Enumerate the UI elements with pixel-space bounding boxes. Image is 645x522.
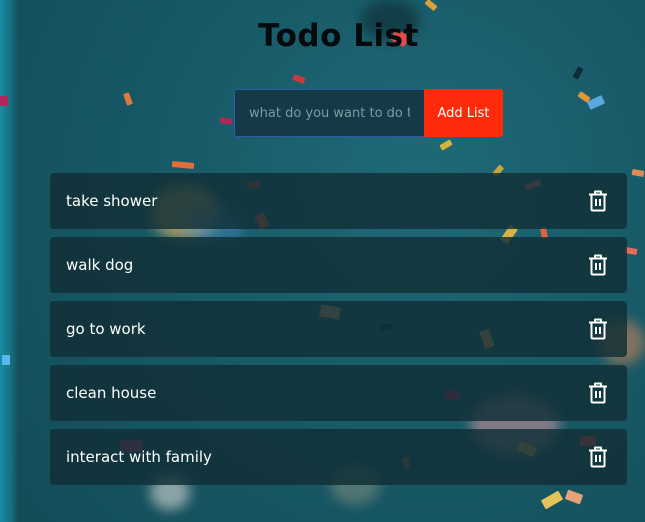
confetti-piece	[572, 66, 584, 80]
trash-icon[interactable]	[587, 445, 609, 469]
trash-icon[interactable]	[587, 189, 609, 213]
confetti-piece	[123, 92, 133, 106]
todo-label: walk dog	[66, 256, 134, 274]
add-todo-form: Add List	[234, 89, 503, 137]
todo-list: take shower walk dog go to work clean ho…	[50, 173, 627, 493]
todo-label: go to work	[66, 320, 146, 338]
todo-label: interact with family	[66, 448, 212, 466]
trash-icon[interactable]	[587, 381, 609, 405]
left-edge-gradient	[0, 0, 18, 522]
confetti-piece	[219, 117, 233, 125]
page-title: Todo List	[258, 18, 419, 54]
todo-label: take shower	[66, 192, 158, 210]
list-item: interact with family	[50, 429, 627, 485]
confetti-piece	[171, 161, 195, 169]
confetti-piece	[0, 96, 8, 106]
confetti-piece	[540, 490, 564, 510]
confetti-piece	[439, 139, 453, 151]
confetti-piece	[292, 74, 306, 84]
list-item: clean house	[50, 365, 627, 421]
trash-icon[interactable]	[587, 317, 609, 341]
add-list-button[interactable]: Add List	[424, 89, 503, 137]
todo-input[interactable]	[234, 89, 424, 137]
confetti-piece	[424, 0, 438, 12]
list-item: walk dog	[50, 237, 627, 293]
confetti-piece	[2, 355, 10, 365]
todo-label: clean house	[66, 384, 157, 402]
trash-icon[interactable]	[587, 253, 609, 277]
confetti-piece	[631, 169, 645, 177]
list-item: go to work	[50, 301, 627, 357]
list-item: take shower	[50, 173, 627, 229]
